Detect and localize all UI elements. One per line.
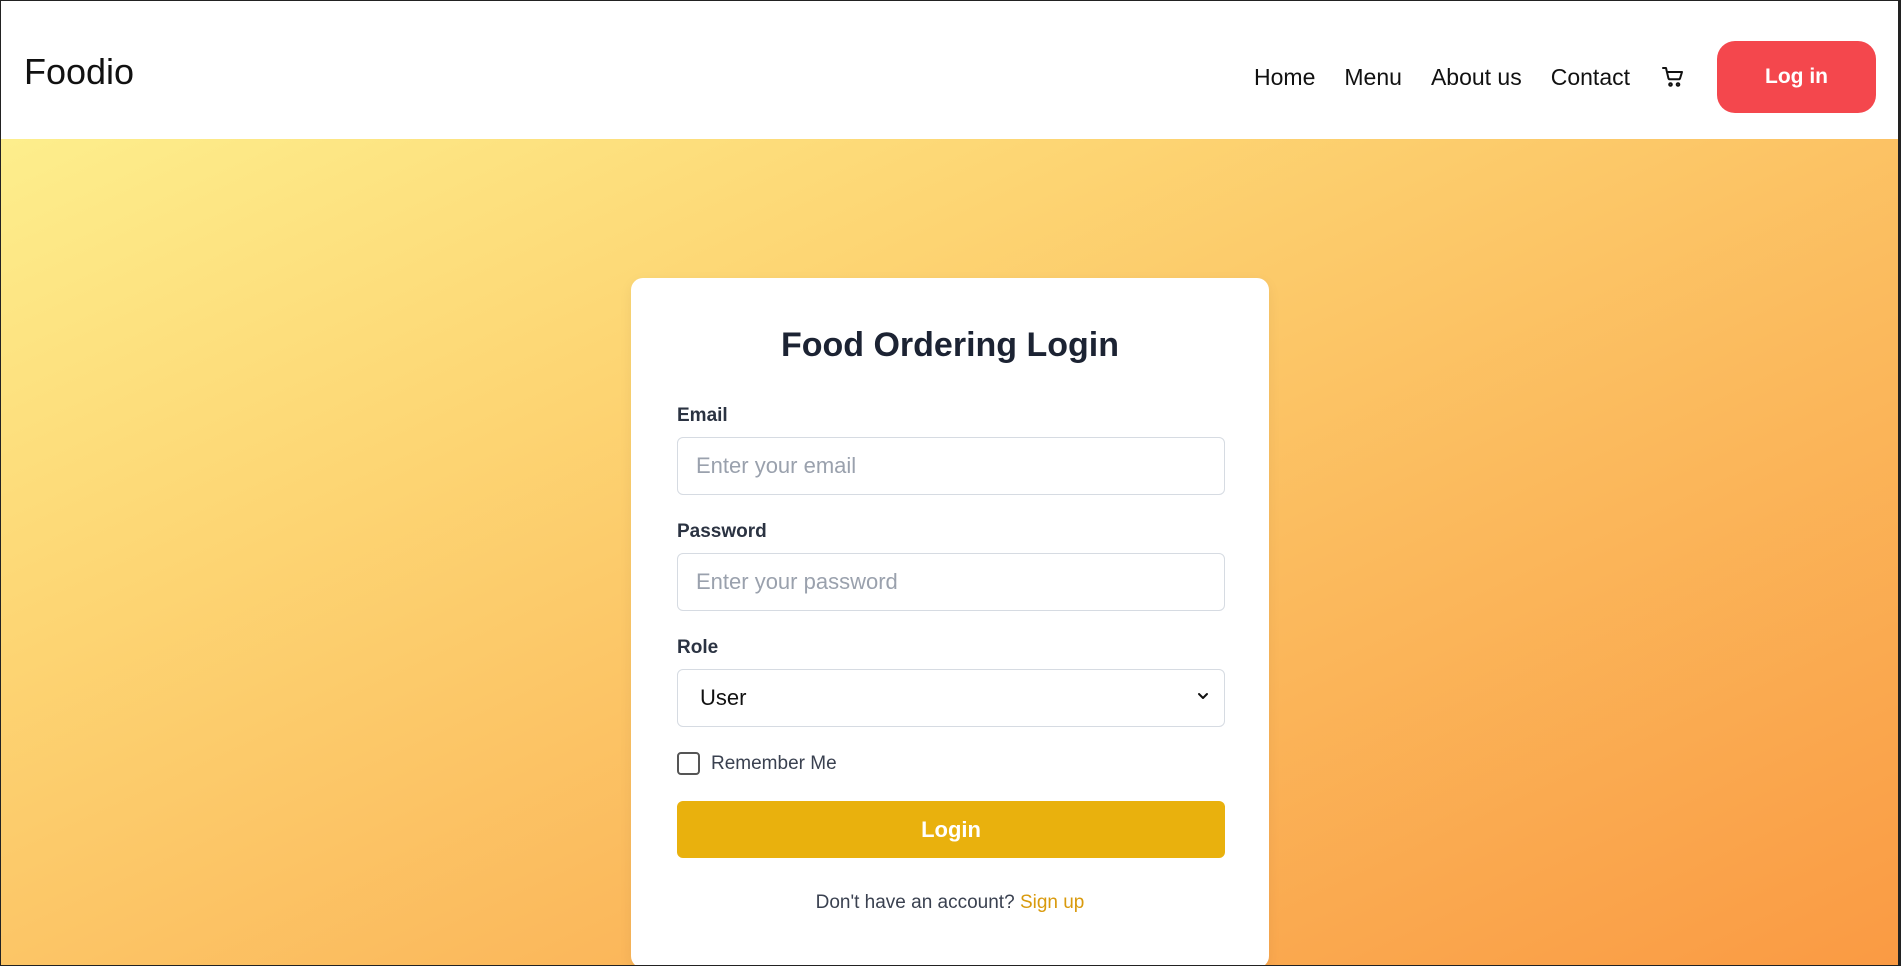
password-label: Password (677, 521, 767, 542)
page: Foodio Home Menu About us Contact Log in… (0, 0, 1901, 966)
remember-me: Remember Me (677, 752, 837, 775)
nav-home[interactable]: Home (1254, 64, 1315, 91)
signup-link[interactable]: Sign up (1020, 892, 1084, 913)
brand-logo[interactable]: Foodio (24, 51, 134, 93)
email-label: Email (677, 405, 728, 426)
card-title: Food Ordering Login (780, 326, 1120, 364)
remember-me-checkbox[interactable] (677, 752, 700, 775)
nav-about[interactable]: About us (1431, 64, 1522, 91)
email-field[interactable] (677, 437, 1225, 495)
navbar: Foodio Home Menu About us Contact Log in (1, 1, 1898, 139)
remember-me-label[interactable]: Remember Me (711, 753, 837, 775)
chevron-down-icon (1196, 689, 1210, 708)
role-label: Role (677, 637, 719, 658)
nav-links: Home Menu About us Contact Log in (1254, 41, 1876, 113)
header-login-button[interactable]: Log in (1717, 41, 1876, 113)
nav-menu[interactable]: Menu (1344, 64, 1402, 91)
login-submit-button[interactable]: Login (677, 801, 1225, 858)
role-select[interactable]: User (677, 669, 1225, 727)
password-field[interactable] (677, 553, 1225, 611)
nav-contact[interactable]: Contact (1551, 64, 1630, 91)
signup-prompt: Don't have an account? (815, 892, 1015, 913)
cart-icon[interactable] (1659, 63, 1687, 91)
role-select-value: User (700, 685, 747, 710)
login-card: Food Ordering Login Email Password Role … (631, 278, 1269, 965)
signup-row: Don't have an account? Sign up (631, 892, 1269, 914)
